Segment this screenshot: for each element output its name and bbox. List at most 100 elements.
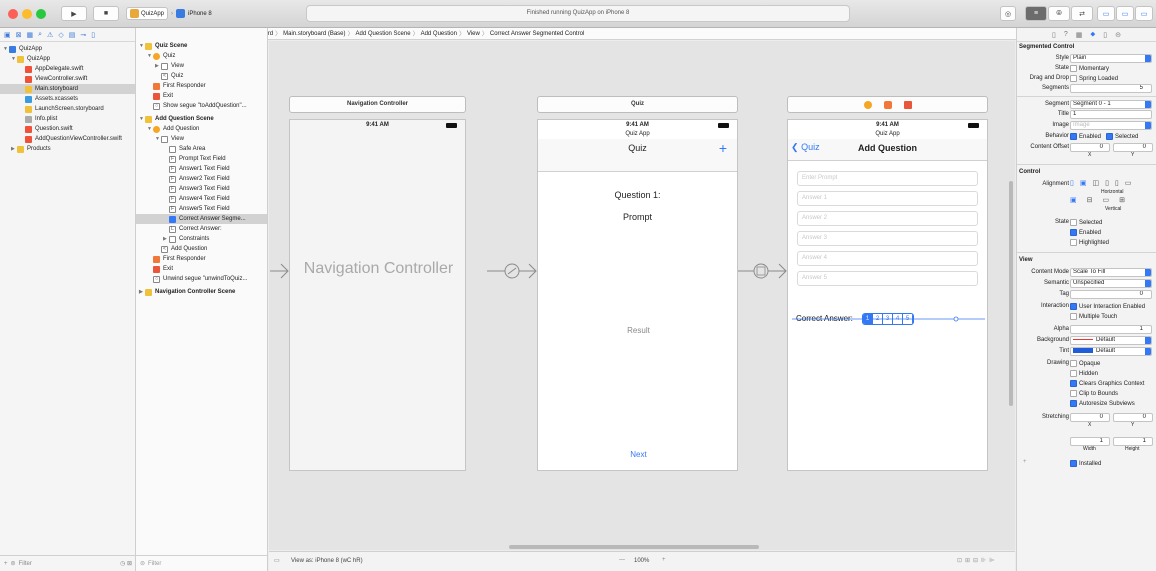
add-question-view[interactable]: 9:41 AM Quiz App ❮ Quiz Add Question Ent… [787, 119, 988, 471]
outline-item[interactable]: F Answer5 Text Field [136, 204, 267, 214]
tint-popup[interactable]: Default [1070, 347, 1152, 356]
momentary-checkbox[interactable] [1070, 65, 1077, 72]
help-icon[interactable]: ? [1064, 31, 1068, 38]
assistant-editor-button[interactable]: ⦾ [1048, 6, 1070, 21]
outline-item[interactable]: ▶ Navigation Controller Scene [136, 287, 267, 297]
layout-tools-icon[interactable]: ⊡⊞⊟⊪⊫ [957, 557, 998, 564]
minimize-window-button[interactable] [22, 9, 32, 19]
outline-item[interactable]: F Prompt Text Field [136, 154, 267, 164]
symbol-icon[interactable]: ▦ [27, 31, 34, 39]
source-control-icon[interactable]: ⊠ [16, 31, 22, 39]
navigator-item[interactable]: ▶ Products [0, 144, 135, 154]
outline-item[interactable]: ▼ Quiz [136, 51, 267, 61]
back-button[interactable]: ❮ Quiz [791, 142, 820, 153]
nav-controller-scene-title[interactable]: Navigation Controller [289, 96, 466, 113]
issue-icon[interactable]: ⚠ [47, 31, 53, 39]
quiz-scene-title[interactable]: Quiz [537, 96, 738, 113]
hidden-checkbox[interactable] [1070, 370, 1077, 377]
segments-stepper[interactable]: 5 [1070, 84, 1152, 93]
control-enabled-checkbox[interactable] [1070, 229, 1077, 236]
scheme-selector[interactable]: QuizApp › iPhone 8 [126, 6, 212, 21]
semantic-popup[interactable]: Unspecified [1070, 279, 1152, 288]
outline-item[interactable]: First Responder [136, 254, 267, 264]
run-button[interactable]: ▶ [61, 6, 87, 21]
navigator-filter-input[interactable]: Filter [19, 561, 32, 567]
breadcrumb-item[interactable]: View [467, 31, 480, 37]
zoom-window-button[interactable] [36, 9, 46, 19]
storyboard-canvas[interactable]: Navigation Controller 9:41 AM Navigation… [269, 41, 1015, 550]
zoom-in-button[interactable]: + [662, 557, 666, 563]
find-icon[interactable]: ⌕ [38, 31, 42, 39]
exit-icon[interactable] [903, 100, 912, 109]
offset-x-field[interactable]: 0 [1070, 143, 1110, 152]
stretch-width-field[interactable]: 1 [1070, 437, 1110, 446]
horizontal-scrollbar[interactable] [509, 545, 759, 549]
navigator-item[interactable]: Main.storyboard [0, 84, 135, 94]
outline-item[interactable]: F Answer2 Text Field [136, 174, 267, 184]
attributes-icon[interactable]: ⬥ [1090, 31, 1095, 39]
identity-icon[interactable]: ▦ [1076, 31, 1083, 39]
outline-item[interactable]: Exit [136, 91, 267, 101]
outline-item[interactable]: < Quiz [136, 71, 267, 81]
outline-item[interactable]: ▶ Constraints [136, 234, 267, 244]
add-variation-icon[interactable]: + [1023, 459, 1027, 465]
answer-text-field[interactable]: Answer 1 [797, 191, 978, 206]
version-editor-button[interactable]: ⇄ [1071, 6, 1093, 21]
close-window-button[interactable] [8, 9, 18, 19]
image-combo[interactable]: Image [1070, 121, 1152, 130]
control-selected-checkbox[interactable] [1070, 219, 1077, 226]
view-as-button[interactable]: View as: iPhone 8 (wC hR) [291, 558, 363, 564]
folder-icon[interactable]: ▣ [4, 31, 11, 39]
segment-popup[interactable]: Segment 0 - 1 [1070, 100, 1152, 109]
vertical-scrollbar[interactable] [1009, 181, 1013, 406]
multiple-touch-checkbox[interactable] [1070, 313, 1077, 320]
answer-text-field[interactable]: Answer 5 [797, 271, 978, 286]
outline-item[interactable]: L Correct Answer: [136, 224, 267, 234]
quiz-view[interactable]: 9:41 AM Quiz App Quiz + Question 1: Prom… [537, 119, 738, 471]
outline-item[interactable]: ▼ Add Question [136, 124, 267, 134]
stop-button[interactable]: ■ [93, 6, 119, 21]
answer-text-field[interactable]: Answer 2 [797, 211, 978, 226]
navigator-item[interactable]: ▼ QuizApp [0, 44, 135, 54]
alpha-field[interactable]: 1 [1070, 325, 1152, 334]
prompt-text-field[interactable]: Enter Prompt [797, 171, 978, 186]
navigator-item[interactable]: Assets.xcassets [0, 94, 135, 104]
breadcrumb-item[interactable]: Main.storyboard (Base) [283, 31, 345, 37]
first-responder-icon[interactable] [883, 100, 892, 109]
nav-controller-view[interactable]: 9:41 AM Navigation Controller [289, 119, 466, 471]
outline-filter-input[interactable]: Filter [148, 561, 161, 567]
toggle-debug-button[interactable]: ▭ [1116, 6, 1134, 21]
outline-item[interactable]: ▶ View [136, 61, 267, 71]
outline-item[interactable]: Safe Area [136, 144, 267, 154]
navigator-item[interactable]: ▼ QuizApp [0, 54, 135, 64]
outline-item[interactable]: Correct Answer Segme... [136, 214, 267, 224]
clip-bounds-checkbox[interactable] [1070, 390, 1077, 397]
breadcrumb-item[interactable]: Correct Answer Segmented Control [490, 31, 584, 37]
outline-item[interactable]: ○ Unwind segue "unwindToQuiz... [136, 274, 267, 284]
report-icon[interactable]: ▯ [91, 31, 95, 39]
offset-y-field[interactable]: 0 [1113, 143, 1153, 152]
vertical-alignment-icons[interactable]: ▣⊟▭⊞ [1070, 196, 1135, 204]
content-mode-popup[interactable]: Scale To Fill [1070, 268, 1152, 277]
recent-files-icon[interactable]: ◷ ⊠ [120, 560, 132, 567]
file-inspector-icon[interactable]: ▯ [1052, 31, 1056, 39]
debug-icon[interactable]: ▤ [69, 31, 76, 39]
outline-item[interactable]: First Responder [136, 81, 267, 91]
navigator-item[interactable]: ViewController.swift [0, 74, 135, 84]
navigator-item[interactable]: LaunchScreen.storyboard [0, 104, 135, 114]
stretch-y-field[interactable]: 0 [1113, 413, 1153, 422]
add-question-scene-dock[interactable] [787, 96, 988, 113]
navigator-item[interactable]: Question.swift [0, 124, 135, 134]
connections-icon[interactable]: ⊝ [1115, 31, 1121, 39]
answer-text-field[interactable]: Answer 3 [797, 231, 978, 246]
next-button[interactable]: Next [538, 450, 739, 459]
user-interaction-checkbox[interactable] [1070, 303, 1077, 310]
navigator-item[interactable]: Info.plist [0, 114, 135, 124]
navigator-item[interactable]: AppDelegate.swift [0, 64, 135, 74]
add-icon[interactable]: + [4, 561, 8, 567]
breakpoint-icon[interactable]: ⊸ [80, 31, 86, 39]
autoresize-checkbox[interactable] [1070, 400, 1077, 407]
library-button[interactable]: ◎ [1000, 6, 1016, 21]
outline-item[interactable]: F Answer4 Text Field [136, 194, 267, 204]
add-question-button[interactable]: + [719, 140, 727, 156]
